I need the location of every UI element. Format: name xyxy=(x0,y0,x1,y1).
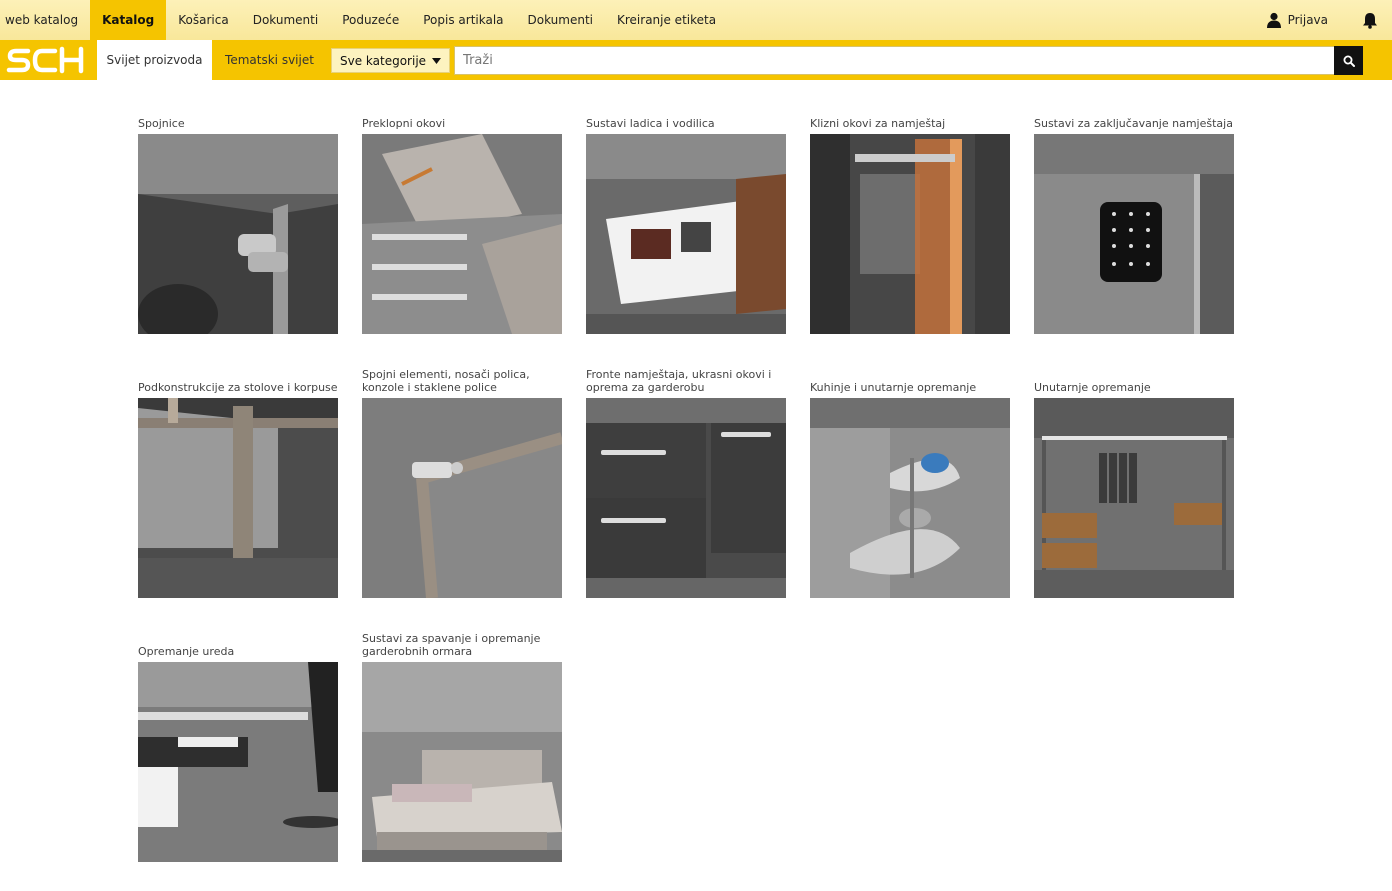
category-image[interactable] xyxy=(810,134,1010,334)
category-title[interactable]: Podkonstrukcije za stolove i korpuse xyxy=(138,381,338,398)
category-card[interactable]: Spojnice xyxy=(138,108,338,334)
caret-down-icon xyxy=(432,57,442,64)
category-image[interactable] xyxy=(138,398,338,598)
category-dropdown-label: Sve kategorije xyxy=(340,53,427,68)
nav-item-7[interactable]: Kreiranje etiketa xyxy=(605,0,728,40)
tab-product-world[interactable]: Svijet proizvoda xyxy=(97,40,212,80)
category-title[interactable]: Kuhinje i unutarnje opremanje xyxy=(810,381,1010,398)
category-title[interactable]: Spojnice xyxy=(138,117,338,134)
category-title[interactable]: Preklopni okovi xyxy=(362,117,562,134)
nav-item-6[interactable]: Dokumenti xyxy=(516,0,605,40)
category-image[interactable] xyxy=(586,134,786,334)
search-button[interactable] xyxy=(1334,46,1364,75)
category-title[interactable]: Sustavi za spavanje i opremanje garderob… xyxy=(362,632,562,662)
category-title[interactable]: Klizni okovi za namještaj xyxy=(810,117,1010,134)
secondary-navigation: Svijet proizvoda Tematski svijet Sve kat… xyxy=(0,40,1392,80)
category-dropdown[interactable]: Sve kategorije xyxy=(331,48,451,73)
category-image[interactable] xyxy=(1034,398,1234,598)
category-card[interactable]: Preklopni okovi xyxy=(362,108,562,334)
category-image[interactable] xyxy=(362,398,562,598)
category-card[interactable]: Sustavi za zaključavanje namještaja xyxy=(1034,108,1234,334)
category-title[interactable]: Opremanje ureda xyxy=(138,645,338,662)
login-label: Prijava xyxy=(1287,13,1328,27)
search-bar xyxy=(454,46,1364,75)
category-image[interactable] xyxy=(1034,134,1234,334)
nav-item-2[interactable]: Košarica xyxy=(166,0,240,40)
user-icon xyxy=(1266,12,1281,28)
category-title[interactable]: Sustavi ladica i vodilica xyxy=(586,117,786,134)
category-card[interactable]: Kuhinje i unutarnje opremanje xyxy=(810,372,1010,598)
bell-icon xyxy=(1363,12,1377,29)
search-input[interactable] xyxy=(454,46,1335,75)
brand-logo[interactable] xyxy=(0,40,97,80)
category-card[interactable]: Opremanje ureda xyxy=(138,636,338,862)
nav-item-1[interactable]: Katalog xyxy=(90,0,167,40)
category-title[interactable]: Spojni elementi, nosači polica, konzole … xyxy=(362,368,562,398)
category-title[interactable]: Fronte namještaja, ukrasni okovi i oprem… xyxy=(586,368,786,398)
category-card[interactable]: Sustavi ladica i vodilica xyxy=(586,108,786,334)
category-image[interactable] xyxy=(362,662,562,862)
category-card[interactable]: Podkonstrukcije za stolove i korpuse xyxy=(138,372,338,598)
category-image[interactable] xyxy=(138,662,338,862)
top-navigation: web katalog Katalog Košarica Dokumenti Poduz… xyxy=(0,0,1392,40)
nav-item-5[interactable]: Popis artikala xyxy=(411,0,515,40)
category-image[interactable] xyxy=(810,398,1010,598)
category-title[interactable]: Unutarnje opremanje xyxy=(1034,381,1234,398)
tab-theme-world[interactable]: Tematski svijet xyxy=(212,40,327,80)
notifications-button[interactable] xyxy=(1338,0,1392,40)
login-link[interactable]: Prijava xyxy=(1256,0,1338,40)
nav-item-0[interactable]: web katalog xyxy=(0,0,90,40)
category-image[interactable] xyxy=(362,134,562,334)
category-card[interactable]: Spojni elementi, nosači polica, konzole … xyxy=(362,368,562,598)
category-card[interactable]: Unutarnje opremanje xyxy=(1034,372,1234,598)
search-icon xyxy=(1343,55,1355,67)
category-card[interactable]: Klizni okovi za namještaj xyxy=(810,108,1010,334)
category-card[interactable]: Fronte namještaja, ukrasni okovi i oprem… xyxy=(586,368,786,598)
category-image[interactable] xyxy=(586,398,786,598)
nav-item-3[interactable]: Dokumenti xyxy=(241,0,330,40)
sch-logo-icon xyxy=(6,46,84,74)
nav-item-4[interactable]: Poduzeće xyxy=(330,0,411,40)
category-title[interactable]: Sustavi za zaključavanje namještaja xyxy=(1034,117,1234,134)
category-card[interactable]: Sustavi za spavanje i opremanje garderob… xyxy=(362,632,562,862)
category-image[interactable] xyxy=(138,134,338,334)
